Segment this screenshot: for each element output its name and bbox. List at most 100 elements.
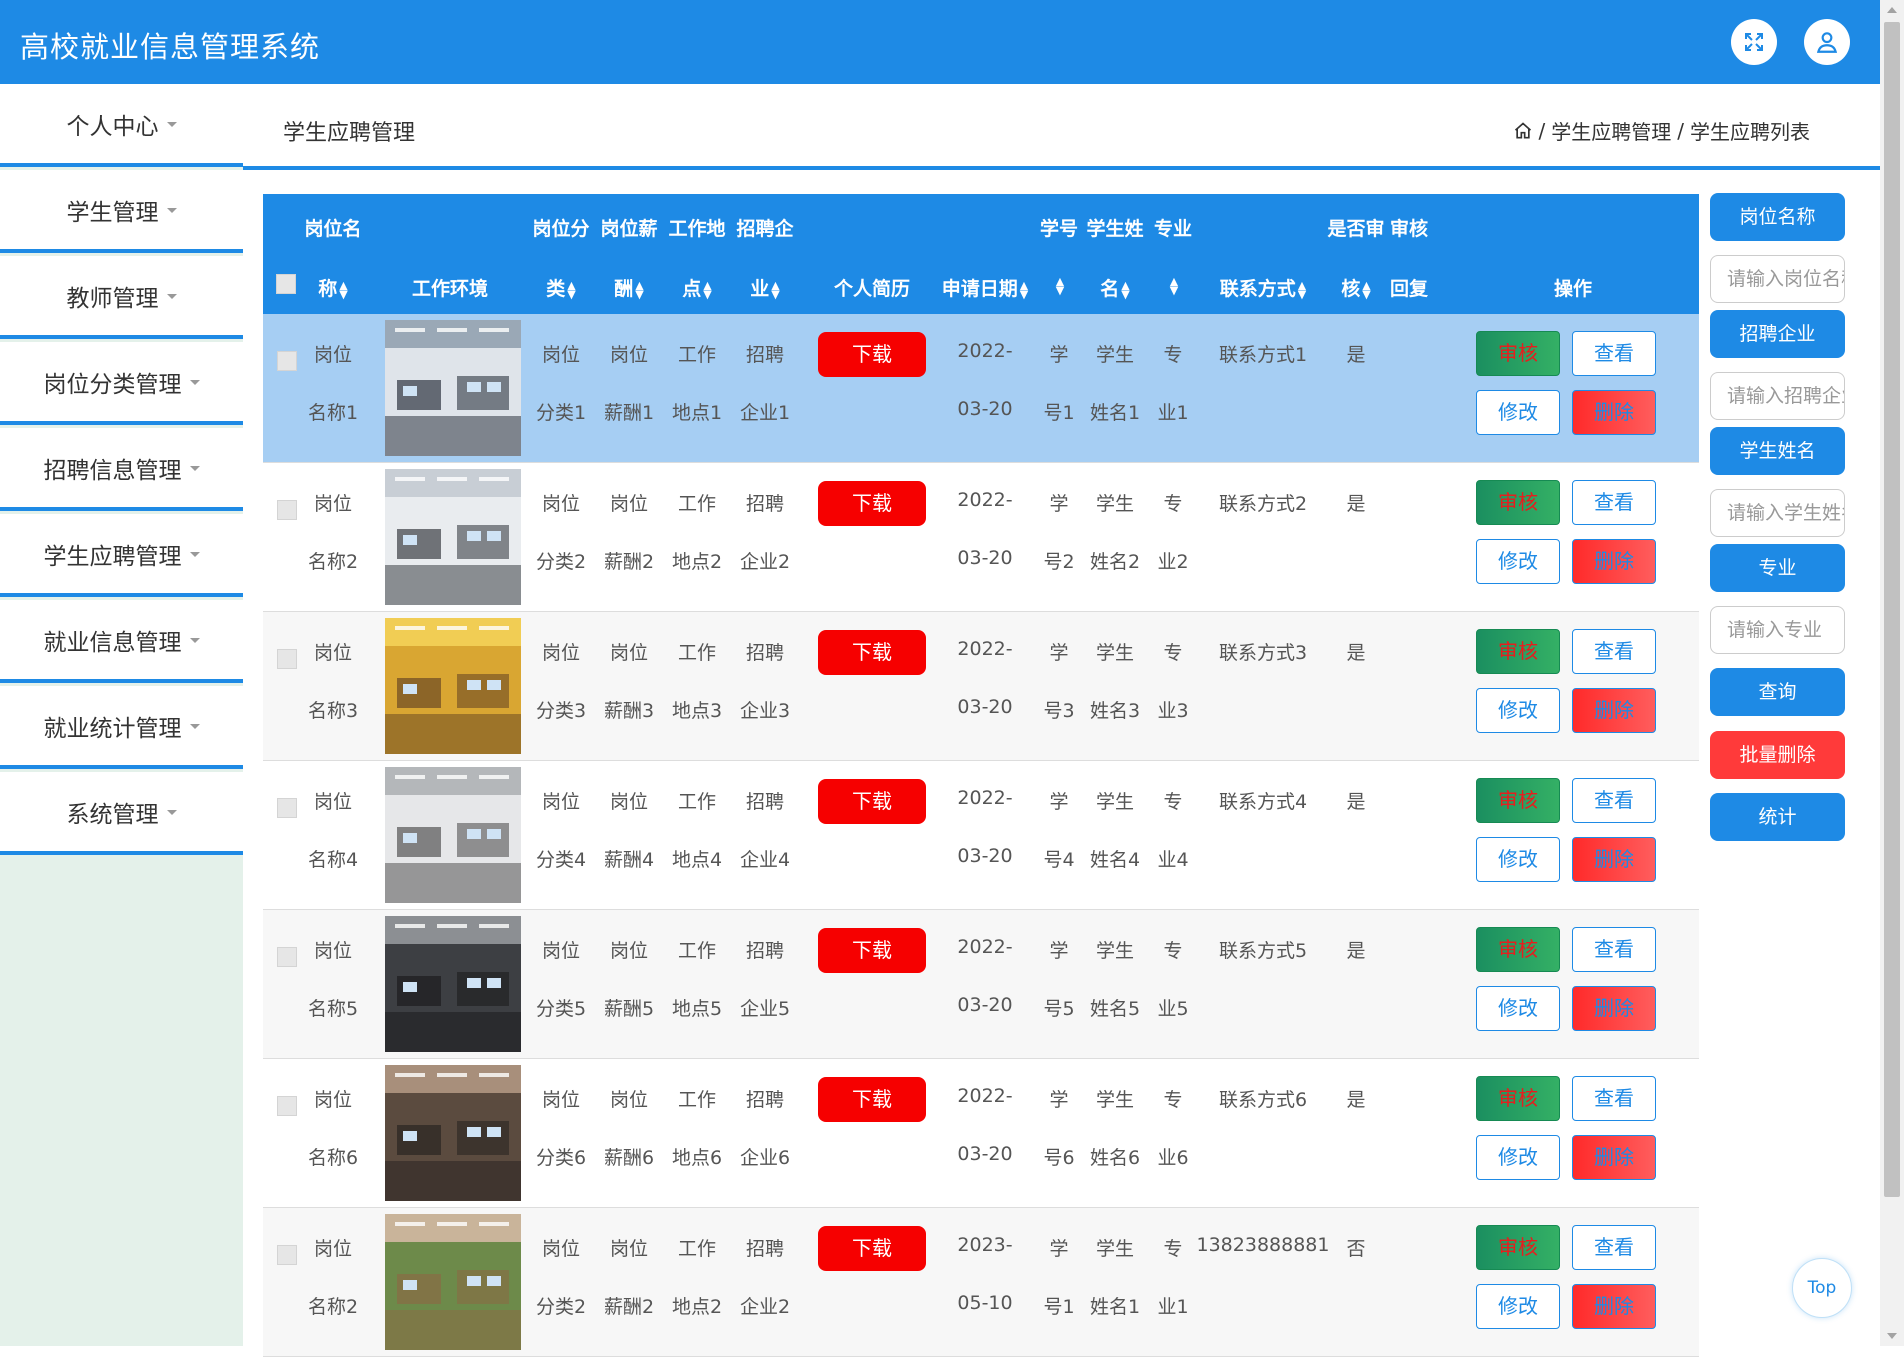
page-scrollbar[interactable] <box>1880 0 1904 1346</box>
edit-button[interactable]: 修改 <box>1476 1284 1560 1329</box>
view-button[interactable]: 查看 <box>1572 480 1656 525</box>
work-environment-image[interactable] <box>385 916 521 1052</box>
sidebar-item-teachers[interactable]: 教师管理 <box>0 256 243 339</box>
delete-button[interactable]: 删除 <box>1572 688 1656 733</box>
sort-icon[interactable]: ▲ ▼ <box>771 280 779 300</box>
table-header: 岗位名 称 ▲ ▼ 工作环境 岗位分 类 ▲ ▼ 岗位薪 酬 ▲ ▼ 工作地 点 ▲ ▼ 招聘企… <box>263 194 1699 314</box>
delete-button[interactable]: 删除 <box>1572 837 1656 882</box>
sort-icon[interactable]: ▲ ▼ <box>635 280 643 300</box>
sidebar-item-statistics[interactable]: 就业统计管理 <box>0 686 243 769</box>
audit-button[interactable]: 审核 <box>1476 629 1560 674</box>
scroll-up-arrow-icon[interactable] <box>1887 7 1897 13</box>
sidebar-item-employment[interactable]: 就业信息管理 <box>0 600 243 683</box>
resume-download-button[interactable]: 下载 <box>818 332 926 377</box>
resume-download-button[interactable]: 下载 <box>818 1077 926 1122</box>
table-row[interactable]: 岗位 名称2 岗位 分类2 岗位 薪酬2 工作 地点2 招聘 企业2 下载 20… <box>263 1208 1699 1357</box>
view-button[interactable]: 查看 <box>1572 629 1656 674</box>
view-button[interactable]: 查看 <box>1572 927 1656 972</box>
table-row[interactable]: 岗位 名称4 岗位 分类4 岗位 薪酬4 工作 地点4 招聘 企业4 下载 20… <box>263 761 1699 910</box>
resume-download-button[interactable]: 下载 <box>818 779 926 824</box>
delete-button[interactable]: 删除 <box>1572 390 1656 435</box>
delete-button[interactable]: 删除 <box>1572 1284 1656 1329</box>
work-environment-image[interactable] <box>385 618 521 754</box>
delete-button[interactable]: 删除 <box>1572 1135 1656 1180</box>
sort-icon[interactable]: ▲ ▼ <box>1170 276 1178 296</box>
sidebar-item-profile[interactable]: 个人中心 <box>0 84 243 167</box>
view-button[interactable]: 查看 <box>1572 1076 1656 1121</box>
table-row[interactable]: 岗位 名称1 岗位 分类1 岗位 薪酬1 工作 地点1 招聘 企业1 下载 20… <box>263 314 1699 463</box>
edit-button[interactable]: 修改 <box>1476 390 1560 435</box>
major-input[interactable]: 请输入专业 <box>1710 606 1845 654</box>
back-to-top-button[interactable]: Top <box>1792 1258 1852 1318</box>
row-checkbox[interactable] <box>277 351 297 371</box>
sort-icon[interactable]: ▲ ▼ <box>1362 280 1370 300</box>
view-button[interactable]: 查看 <box>1572 1225 1656 1270</box>
row-checkbox[interactable] <box>277 1096 297 1116</box>
fullscreen-button[interactable] <box>1731 19 1777 65</box>
audit-button[interactable]: 审核 <box>1476 927 1560 972</box>
sort-icon[interactable]: ▲ ▼ <box>703 280 711 300</box>
work-environment-image[interactable] <box>385 1065 521 1201</box>
sidebar-item-system[interactable]: 系统管理 <box>0 772 243 855</box>
sidebar-item-recruitment[interactable]: 招聘信息管理 <box>0 428 243 511</box>
row-checkbox[interactable] <box>277 649 297 669</box>
row-checkbox[interactable] <box>277 1245 297 1265</box>
cell-text: 专 <box>1163 493 1183 515</box>
cell-text: 岗位 <box>609 493 648 515</box>
work-environment-image[interactable] <box>385 469 521 605</box>
resume-download-button[interactable]: 下载 <box>818 630 926 675</box>
edit-button[interactable]: 修改 <box>1476 1135 1560 1180</box>
statistics-button[interactable]: 统计 <box>1710 793 1845 841</box>
edit-button[interactable]: 修改 <box>1476 837 1560 882</box>
sort-icon[interactable]: ▲ ▼ <box>567 280 575 300</box>
view-button[interactable]: 查看 <box>1572 331 1656 376</box>
audit-button[interactable]: 审核 <box>1476 331 1560 376</box>
edit-button[interactable]: 修改 <box>1476 539 1560 584</box>
scroll-down-arrow-icon[interactable] <box>1887 1333 1897 1339</box>
audit-button[interactable]: 审核 <box>1476 1225 1560 1270</box>
table-row[interactable]: 岗位 名称6 岗位 分类6 岗位 薪酬6 工作 地点6 招聘 企业6 下载 20… <box>263 1059 1699 1208</box>
cell-text: 企业6 <box>739 1147 791 1169</box>
sidebar-item-job-categories[interactable]: 岗位分类管理 <box>0 342 243 425</box>
batch-delete-button[interactable]: 批量删除 <box>1710 731 1845 779</box>
job-name-input[interactable]: 请输入岗位名称 <box>1710 255 1845 303</box>
delete-button[interactable]: 删除 <box>1572 986 1656 1031</box>
user-button[interactable] <box>1804 19 1850 65</box>
sort-icon[interactable]: ▲ ▼ <box>1121 280 1129 300</box>
resume-download-button[interactable]: 下载 <box>818 481 926 526</box>
table-row[interactable]: 岗位 名称3 岗位 分类3 岗位 薪酬3 工作 地点3 招聘 企业3 下载 20… <box>263 612 1699 761</box>
query-button[interactable]: 查询 <box>1710 668 1845 716</box>
audit-button[interactable]: 审核 <box>1476 480 1560 525</box>
cell-text: 薪酬2 <box>603 551 655 573</box>
view-button[interactable]: 查看 <box>1572 778 1656 823</box>
sort-icon[interactable]: ▲ ▼ <box>1056 276 1064 296</box>
student-name-input[interactable]: 请输入学生姓名 <box>1710 489 1845 537</box>
work-environment-image[interactable] <box>385 767 521 903</box>
sidebar-item-students[interactable]: 学生管理 <box>0 170 243 253</box>
resume-download-button[interactable]: 下载 <box>818 928 926 973</box>
sort-icon[interactable]: ▲ ▼ <box>1020 280 1028 300</box>
select-all-checkbox[interactable] <box>276 274 296 294</box>
audit-button[interactable]: 审核 <box>1476 1076 1560 1121</box>
resume-download-button[interactable]: 下载 <box>818 1226 926 1271</box>
sort-icon[interactable]: ▲ ▼ <box>1298 280 1306 300</box>
work-environment-image[interactable] <box>385 320 521 456</box>
edit-button[interactable]: 修改 <box>1476 688 1560 733</box>
sort-icon[interactable]: ▲ ▼ <box>339 280 347 300</box>
home-icon[interactable] <box>1513 121 1533 141</box>
company-input[interactable]: 请输入招聘企业 <box>1710 372 1845 420</box>
row-checkbox[interactable] <box>277 500 297 520</box>
scrollbar-thumb[interactable] <box>1884 22 1900 1197</box>
breadcrumb-item[interactable]: 学生应聘管理 <box>1551 116 1671 145</box>
delete-button[interactable]: 删除 <box>1572 539 1656 584</box>
audit-button[interactable]: 审核 <box>1476 778 1560 823</box>
table-row[interactable]: 岗位 名称5 岗位 分类5 岗位 薪酬5 工作 地点5 招聘 企业5 下载 20… <box>263 910 1699 1059</box>
cell-text: 号6 <box>1043 1147 1075 1169</box>
sidebar-item-applications[interactable]: 学生应聘管理 <box>0 514 243 597</box>
table-row[interactable]: 岗位 名称2 岗位 分类2 岗位 薪酬2 工作 地点2 招聘 企业2 下载 20… <box>263 463 1699 612</box>
row-checkbox[interactable] <box>277 798 297 818</box>
cell-text: 业4 <box>1157 849 1189 871</box>
edit-button[interactable]: 修改 <box>1476 986 1560 1031</box>
work-environment-image[interactable] <box>385 1214 521 1350</box>
row-checkbox[interactable] <box>277 947 297 967</box>
